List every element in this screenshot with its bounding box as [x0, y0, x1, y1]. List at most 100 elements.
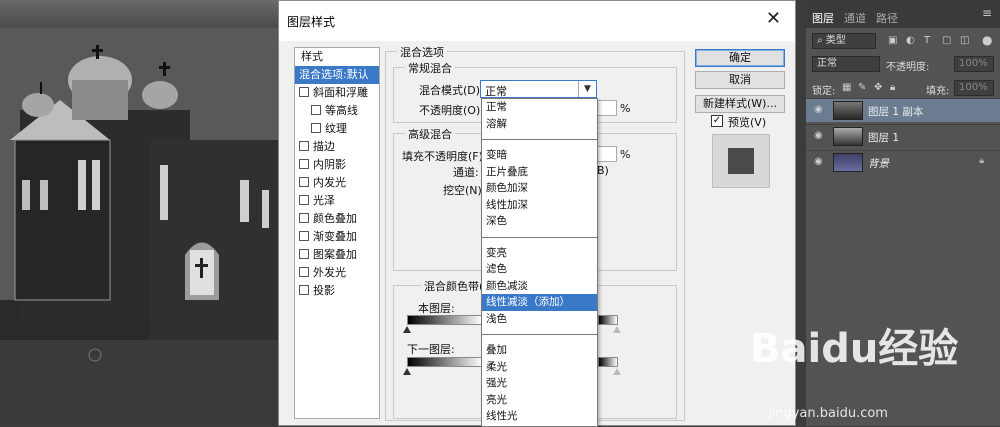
- style-item[interactable]: 等高线: [295, 102, 379, 120]
- style-item[interactable]: 内阴影: [295, 156, 379, 174]
- style-checkbox[interactable]: [311, 105, 321, 115]
- style-checkbox[interactable]: [299, 285, 309, 295]
- style-item[interactable]: 投影: [295, 282, 379, 300]
- blend-mode-option[interactable]: 强光: [482, 375, 597, 392]
- eye-icon[interactable]: ◉: [814, 130, 823, 141]
- layer-thumbnail: [833, 101, 863, 120]
- new-style-button[interactable]: 新建样式(W)...: [695, 95, 785, 113]
- layer-opacity-label: 不透明度:: [886, 62, 930, 73]
- tab-layers[interactable]: 图层: [812, 10, 834, 26]
- style-item[interactable]: 描边: [295, 138, 379, 156]
- lock-transparent-icon[interactable]: ▦: [842, 82, 851, 93]
- filter-toggle-icon[interactable]: ●: [982, 33, 992, 47]
- blend-mode-select[interactable]: 正常 ▼: [480, 80, 597, 98]
- eye-icon[interactable]: ◉: [814, 156, 823, 167]
- dropdown-separator: [482, 236, 597, 238]
- preview-checkbox[interactable]: ✓: [711, 115, 723, 127]
- layer-name: 背景: [868, 158, 889, 170]
- this-layer-black-slider[interactable]: [403, 326, 411, 333]
- eye-icon[interactable]: ◉: [814, 104, 823, 115]
- blend-mode-option[interactable]: 变亮: [482, 245, 597, 262]
- blend-mode-option[interactable]: 滤色: [482, 261, 597, 278]
- fill-opacity-input[interactable]: [597, 146, 617, 162]
- tab-channels[interactable]: 通道: [844, 10, 866, 26]
- lock-image-icon[interactable]: ✎: [858, 82, 866, 93]
- dialog-titlebar: 图层样式 ✕: [279, 1, 795, 41]
- style-item-label: 等高线: [325, 104, 358, 117]
- layer-blend-mode-value: 正常: [817, 58, 837, 69]
- style-item[interactable]: 光泽: [295, 192, 379, 210]
- style-item-label: 斜面和浮雕: [313, 86, 368, 99]
- layer-opacity-input[interactable]: 100%: [954, 56, 994, 72]
- blend-mode-option[interactable]: 溶解: [482, 116, 597, 133]
- this-layer-white-slider[interactable]: [613, 326, 621, 333]
- underlying-black-slider[interactable]: [403, 368, 411, 375]
- blend-mode-option[interactable]: 正片叠底: [482, 164, 597, 181]
- opacity-label: 不透明度(O):: [419, 104, 484, 117]
- style-checkbox[interactable]: [299, 195, 309, 205]
- lock-all-icon[interactable]: 🔒︎: [890, 82, 895, 93]
- style-checkbox[interactable]: [299, 141, 309, 151]
- layer-fill-input[interactable]: 100%: [954, 80, 994, 96]
- watermark-url: jingyan.baidu.com: [768, 406, 888, 421]
- blend-mode-option[interactable]: 浅色: [482, 311, 597, 328]
- general-blend-label: 常规混合: [405, 60, 455, 76]
- blend-mode-option[interactable]: 变暗: [482, 147, 597, 164]
- blend-mode-label: 混合模式(D):: [419, 84, 484, 97]
- blend-mode-option[interactable]: 亮光: [482, 392, 597, 409]
- blend-mode-option[interactable]: 线性减淡（添加）: [482, 294, 597, 311]
- style-checkbox[interactable]: [299, 231, 309, 241]
- blend-mode-dropdown: 正常 溶解变暗 正片叠底 颜色加深 线性加深 深色变亮 滤色 颜色减淡 线性减淡（添加） 浅色叠加…: [481, 98, 598, 427]
- layer-fill-value: 100%: [959, 82, 988, 93]
- opacity-input[interactable]: [597, 100, 617, 116]
- style-item[interactable]: 图案叠加: [295, 246, 379, 264]
- style-item[interactable]: 纹理: [295, 120, 379, 138]
- layer-row[interactable]: ◉ 图层 1 副本: [806, 98, 1000, 122]
- style-checkbox[interactable]: [299, 159, 309, 169]
- style-checkbox[interactable]: [299, 249, 309, 259]
- adjustment-filter-icon[interactable]: ◐: [906, 35, 915, 46]
- pixel-filter-icon[interactable]: ▣: [888, 35, 897, 46]
- style-item[interactable]: 内发光: [295, 174, 379, 192]
- layer-blend-mode-select[interactable]: 正常: [812, 56, 880, 72]
- close-icon[interactable]: ✕: [766, 9, 781, 29]
- underlying-white-slider[interactable]: [613, 368, 621, 375]
- style-item[interactable]: 颜色叠加: [295, 210, 379, 228]
- dialog-title: 图层样式: [287, 15, 336, 29]
- blend-mode-option[interactable]: 柔光: [482, 359, 597, 376]
- layer-row[interactable]: ◉ 背景 🔒︎: [806, 150, 1000, 174]
- style-checkbox[interactable]: [299, 87, 309, 97]
- style-checkbox[interactable]: [311, 123, 321, 133]
- blend-mode-option[interactable]: 深色: [482, 213, 597, 230]
- panel-menu-icon[interactable]: ≡: [982, 6, 992, 20]
- chevron-down-icon[interactable]: ▼: [578, 81, 596, 97]
- cancel-button[interactable]: 取消: [695, 71, 785, 89]
- layer-row[interactable]: ◉ 图层 1: [806, 124, 1000, 148]
- style-item-label: 图案叠加: [313, 248, 357, 261]
- smart-object-filter-icon[interactable]: ◫: [960, 35, 969, 46]
- style-item[interactable]: 外发光: [295, 264, 379, 282]
- blend-if-label: 混合颜色带(: [421, 278, 487, 294]
- blend-mode-option[interactable]: 线性光: [482, 408, 597, 425]
- type-filter-icon[interactable]: T: [924, 35, 930, 46]
- filter-kind-select[interactable]: ⌕ 类型: [812, 33, 876, 49]
- style-item[interactable]: 混合选项:默认: [295, 66, 379, 84]
- ok-button[interactable]: 确定: [695, 49, 785, 67]
- blend-mode-option[interactable]: 颜色减淡: [482, 278, 597, 295]
- tab-paths[interactable]: 路径: [876, 10, 898, 26]
- style-item[interactable]: 渐变叠加: [295, 228, 379, 246]
- blend-mode-option[interactable]: 颜色加深: [482, 180, 597, 197]
- blend-mode-option[interactable]: 正常: [482, 99, 597, 116]
- styles-header[interactable]: 样式: [295, 48, 379, 66]
- blend-mode-option[interactable]: 叠加: [482, 342, 597, 359]
- style-item[interactable]: 斜面和浮雕: [295, 84, 379, 102]
- style-checkbox[interactable]: [299, 267, 309, 277]
- lock-position-icon[interactable]: ✥: [874, 82, 882, 93]
- fill-label: 填充:: [926, 86, 950, 97]
- lock-icon: 🔒︎: [979, 156, 984, 166]
- shape-filter-icon[interactable]: ▢: [942, 35, 951, 46]
- style-checkbox[interactable]: [299, 177, 309, 187]
- style-item-label: 纹理: [325, 122, 347, 135]
- style-checkbox[interactable]: [299, 213, 309, 223]
- blend-mode-option[interactable]: 线性加深: [482, 197, 597, 214]
